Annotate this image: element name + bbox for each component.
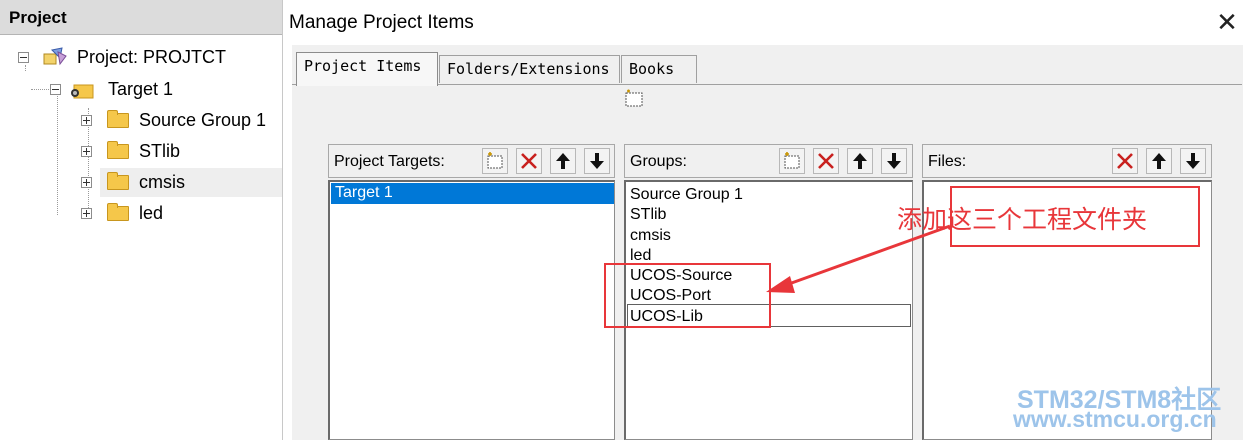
list-item[interactable]: STlib xyxy=(630,206,666,224)
expand-icon[interactable] xyxy=(81,146,92,157)
tree-item-group[interactable]: cmsis xyxy=(81,169,281,196)
move-up-group-button[interactable] xyxy=(847,148,873,174)
new-group-button[interactable] xyxy=(779,148,805,174)
folder-icon xyxy=(107,203,129,221)
project-pane-title: Project xyxy=(9,8,67,27)
close-button[interactable]: ✕ xyxy=(1214,9,1240,36)
arrow-down-icon xyxy=(887,153,901,169)
delete-icon xyxy=(521,153,537,169)
arrow-up-icon xyxy=(1152,153,1166,169)
delete-icon xyxy=(1117,153,1133,169)
list-item[interactable]: Source Group 1 xyxy=(630,186,743,204)
list-item[interactable]: cmsis xyxy=(630,227,671,245)
delete-file-button[interactable] xyxy=(1112,148,1138,174)
expand-icon[interactable] xyxy=(81,115,92,126)
targets-header: Project Targets: xyxy=(328,144,615,178)
move-down-group-button[interactable] xyxy=(881,148,907,174)
watermark-line2: www.stmcu.org.cn xyxy=(1013,406,1217,432)
list-item-selected[interactable]: Target 1 xyxy=(331,183,614,204)
delete-target-button[interactable] xyxy=(516,148,542,174)
groups-header-label: Groups: xyxy=(630,153,687,170)
group-label: cmsis xyxy=(139,172,185,192)
project-pane-header: Project xyxy=(0,0,282,35)
files-header: Files: xyxy=(922,144,1212,178)
tab-folders-extensions[interactable]: Folders/Extensions xyxy=(439,55,620,83)
targets-listbox[interactable] xyxy=(328,180,615,440)
new-icon xyxy=(784,152,800,169)
tree-item-group[interactable]: Source Group 1 xyxy=(81,107,281,134)
project-icon xyxy=(43,47,67,66)
target-folder-icon xyxy=(71,84,94,99)
groups-header: Groups: xyxy=(624,144,913,178)
arrow-up-icon xyxy=(853,153,867,169)
expand-icon[interactable] xyxy=(81,177,92,188)
group-label: STlib xyxy=(139,141,181,161)
files-header-label: Files: xyxy=(928,153,967,170)
tree-item-group[interactable]: STlib xyxy=(81,138,281,165)
annotation-highlight-box xyxy=(604,263,771,328)
folder-icon xyxy=(107,172,129,190)
expand-icon[interactable] xyxy=(81,208,92,219)
tree-item-group[interactable]: led xyxy=(81,200,281,227)
target-label: Target 1 xyxy=(108,79,174,99)
tree-item-project[interactable]: Project: PROJTCT xyxy=(18,44,278,71)
tab-project-items[interactable]: Project Items xyxy=(296,52,438,86)
arrow-up-icon xyxy=(556,153,570,169)
new-item-icon[interactable] xyxy=(623,88,647,108)
folder-icon xyxy=(107,141,129,159)
new-target-button[interactable] xyxy=(482,148,508,174)
tab-books[interactable]: Books xyxy=(621,55,697,83)
project-label: Project: PROJTCT xyxy=(77,47,227,67)
target-item-label: Target 1 xyxy=(335,184,393,201)
move-up-file-button[interactable] xyxy=(1146,148,1172,174)
project-pane: Project Project: PROJTCT Target 1 Source… xyxy=(0,0,283,440)
arrow-down-icon xyxy=(1186,153,1200,169)
dialog-title: Manage Project Items xyxy=(289,12,474,33)
group-label: Source Group 1 xyxy=(139,110,267,130)
move-down-file-button[interactable] xyxy=(1180,148,1206,174)
annotation-text: 添加这三个工程文件夹 xyxy=(897,206,1148,234)
targets-header-label: Project Targets: xyxy=(334,153,445,170)
tree-item-target[interactable]: Target 1 xyxy=(50,76,280,103)
delete-group-button[interactable] xyxy=(813,148,839,174)
arrow-down-icon xyxy=(590,153,604,169)
group-label: led xyxy=(139,203,164,223)
move-down-target-button[interactable] xyxy=(584,148,610,174)
collapse-icon[interactable] xyxy=(50,84,61,95)
collapse-icon[interactable] xyxy=(18,52,29,63)
new-icon xyxy=(487,152,503,169)
folder-icon xyxy=(107,110,129,128)
delete-icon xyxy=(818,153,834,169)
move-up-target-button[interactable] xyxy=(550,148,576,174)
tree-connector xyxy=(57,93,58,215)
